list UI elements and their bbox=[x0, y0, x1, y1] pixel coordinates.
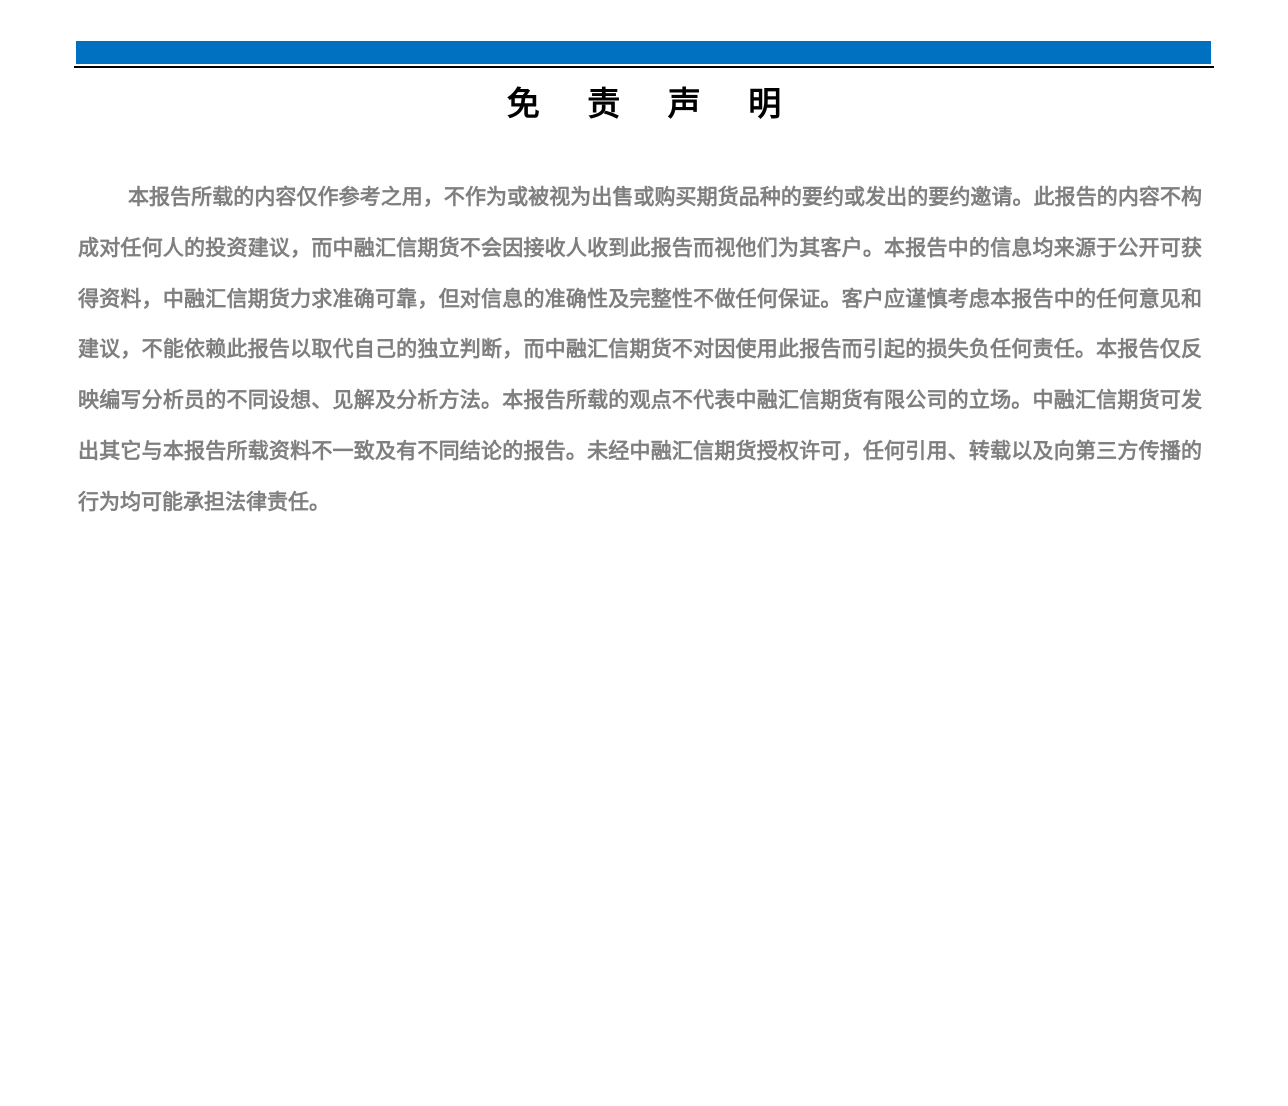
document-page: 免 责 声 明 本报告所载的内容仅作参考之用，不作为或被视为出售或购买期货品种的… bbox=[0, 0, 1288, 1106]
disclaimer-body: 本报告所载的内容仅作参考之用，不作为或被视为出售或购买期货品种的要约或发出的要约… bbox=[78, 184, 1202, 514]
header-color-bar bbox=[76, 41, 1211, 64]
disclaimer-title: 免 责 声 明 bbox=[506, 84, 800, 123]
header-rule bbox=[74, 66, 1214, 68]
